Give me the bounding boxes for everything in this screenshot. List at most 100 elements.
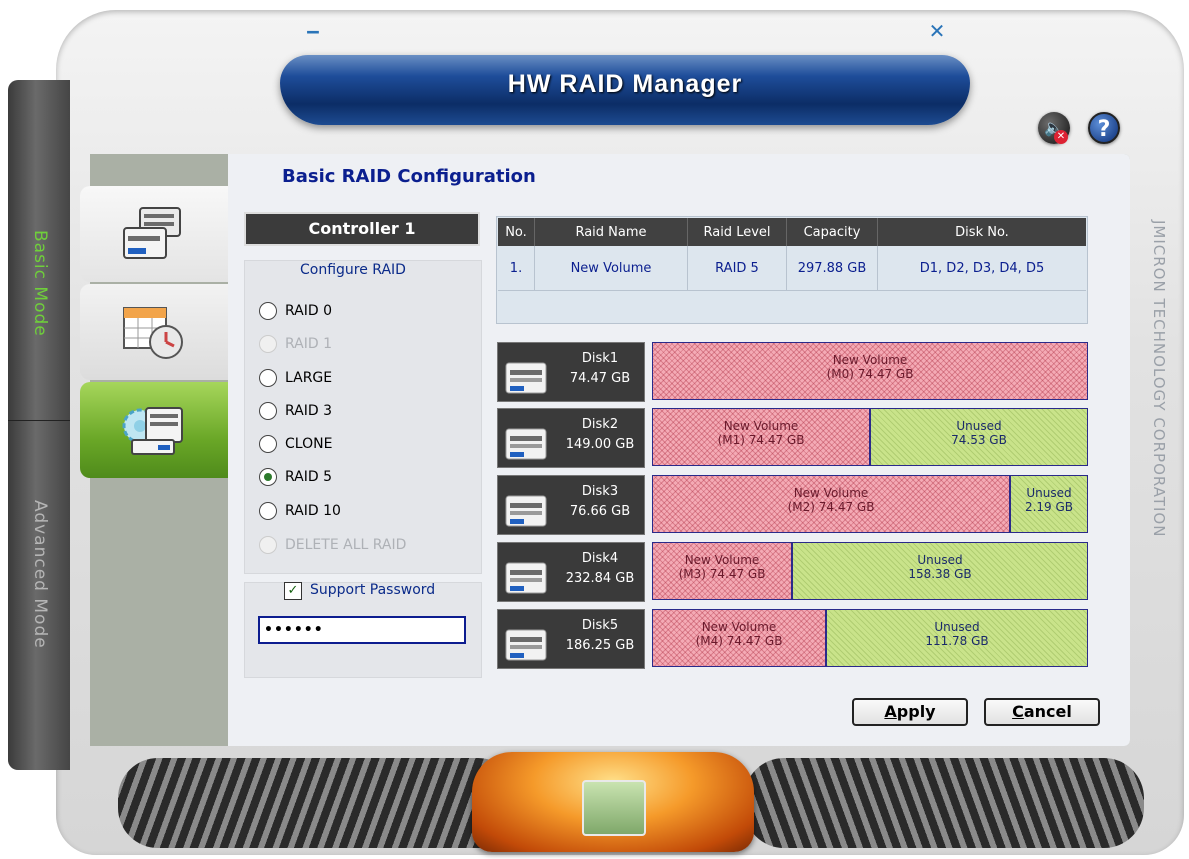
- hard-disk-icon: [505, 562, 547, 594]
- disk-card[interactable]: Disk1 74.47 GB: [497, 342, 645, 402]
- hard-disk-icon: [505, 629, 547, 661]
- radio-label: CLONE: [285, 436, 333, 452]
- radio-indicator: [259, 435, 277, 453]
- basic-mode-tab[interactable]: Basic Mode: [8, 80, 70, 421]
- cell-raid-name: New Volume: [534, 246, 688, 291]
- disk-size: 74.47 GB: [569, 371, 631, 386]
- segment-size: (M4) 74.47 GB: [695, 634, 783, 648]
- radio-large[interactable]: LARGE: [259, 369, 332, 387]
- col-capacity: Capacity: [786, 218, 878, 246]
- volume-segment[interactable]: New Volume (M0) 74.47 GB: [652, 342, 1088, 400]
- controller-card-icon: [582, 780, 646, 836]
- app-title: HW RAID Manager: [507, 70, 743, 98]
- col-raid-level: Raid Level: [687, 218, 787, 246]
- volume-segment[interactable]: New Volume (M2) 74.47 GB: [652, 475, 1010, 533]
- volume-segment[interactable]: New Volume (M1) 74.47 GB: [652, 408, 870, 466]
- vendor-label: JMICRON TECHNOLOGY CORPORATION: [1150, 220, 1168, 538]
- segment-label: New Volume: [723, 419, 799, 433]
- radio-raid0[interactable]: RAID 0: [259, 302, 332, 320]
- hard-disk-icon: [505, 362, 547, 394]
- disk-stack-icon: [123, 207, 181, 259]
- radio-label: RAID 0: [285, 303, 333, 319]
- controller-selector[interactable]: Controller 1: [244, 212, 480, 246]
- disk-name: Disk2: [581, 417, 619, 432]
- cell-disk-no: D1, D2, D3, D4, D5: [877, 246, 1086, 291]
- segment-size: (M3) 74.47 GB: [678, 567, 766, 581]
- segment-label: Unused: [934, 620, 980, 634]
- segment-label: Unused: [917, 553, 963, 567]
- unused-segment[interactable]: Unused 74.53 GB: [870, 408, 1088, 466]
- disk-card[interactable]: Disk3 76.66 GB: [497, 475, 645, 535]
- radio-raid1: RAID 1: [259, 335, 332, 353]
- support-password-checkbox[interactable]: ✓: [284, 582, 302, 600]
- disk-card[interactable]: Disk4 232.84 GB: [497, 542, 645, 602]
- schedule-icon: [123, 307, 183, 359]
- col-disk-no: Disk No.: [877, 218, 1086, 246]
- hard-disk-icon: [505, 428, 547, 460]
- disk-name: Disk5: [581, 618, 619, 633]
- segment-label: New Volume: [701, 620, 777, 634]
- disk-size: 232.84 GB: [565, 571, 635, 586]
- mode-strip: Basic Mode Advanced Mode: [8, 80, 70, 770]
- configure-raid-title: Configure RAID: [300, 262, 406, 278]
- radio-raid5[interactable]: RAID 5: [259, 468, 332, 486]
- radio-indicator: [259, 302, 277, 320]
- col-no: No.: [498, 218, 535, 246]
- hard-disk-icon: [505, 495, 547, 527]
- nav-raid-info[interactable]: [80, 186, 228, 282]
- basic-mode-label: Basic Mode: [30, 230, 50, 337]
- radio-indicator: [259, 369, 277, 387]
- cell-no: 1.: [498, 246, 535, 291]
- cell-raid-level: RAID 5: [687, 246, 787, 291]
- radio-label: DELETE ALL RAID: [285, 537, 407, 553]
- right-grille: [744, 758, 1144, 848]
- minimize-icon: ‒: [306, 19, 320, 43]
- nav-schedule[interactable]: [80, 284, 228, 380]
- radio-indicator: [259, 536, 277, 554]
- disk-size: 186.25 GB: [565, 638, 635, 653]
- segment-size: 158.38 GB: [908, 567, 972, 581]
- segment-label: Unused: [1026, 486, 1072, 500]
- close-button[interactable]: ✕: [920, 20, 954, 42]
- password-field[interactable]: ••••••: [258, 616, 466, 644]
- volume-segment[interactable]: New Volume (M3) 74.47 GB: [652, 542, 792, 600]
- unused-segment[interactable]: Unused 111.78 GB: [826, 609, 1088, 667]
- volume-segment[interactable]: New Volume (M4) 74.47 GB: [652, 609, 826, 667]
- radio-clone[interactable]: CLONE: [259, 435, 332, 453]
- nav-basic-config[interactable]: [80, 382, 228, 478]
- radio-raid3[interactable]: RAID 3: [259, 402, 332, 420]
- radio-label: RAID 10: [285, 503, 341, 519]
- table-header-row: No. Raid Name Raid Level Capacity Disk N…: [498, 218, 1086, 246]
- radio-indicator: [259, 402, 277, 420]
- disk-size: 149.00 GB: [565, 437, 635, 452]
- page-title: Basic RAID Configuration: [282, 166, 536, 187]
- unused-segment[interactable]: Unused 2.19 GB: [1010, 475, 1088, 533]
- segment-label: New Volume: [832, 353, 908, 367]
- radio-label: RAID 1: [285, 336, 333, 352]
- cancel-button[interactable]: Cancel: [984, 698, 1100, 726]
- radio-raid10[interactable]: RAID 10: [259, 502, 341, 520]
- mute-icon: ✕: [1054, 130, 1068, 144]
- table-row[interactable]: 1. New Volume RAID 5 297.88 GB D1, D2, D…: [498, 246, 1086, 291]
- segment-size: (M1) 74.47 GB: [717, 433, 805, 447]
- unused-segment[interactable]: Unused 158.38 GB: [792, 542, 1088, 600]
- segment-size: 2.19 GB: [1024, 500, 1074, 514]
- cell-capacity: 297.88 GB: [786, 246, 878, 291]
- radio-indicator: [259, 335, 277, 353]
- gear-disk-icon: [122, 407, 183, 455]
- help-icon: ?: [1097, 117, 1111, 142]
- disk-card[interactable]: Disk2 149.00 GB: [497, 408, 645, 468]
- disk-name: Disk3: [581, 484, 619, 499]
- radio-indicator-selected: [259, 468, 277, 486]
- segment-size: 111.78 GB: [925, 634, 989, 648]
- advanced-mode-label: Advanced Mode: [30, 500, 50, 649]
- segment-size: 74.53 GB: [951, 433, 1007, 447]
- radio-label: LARGE: [285, 370, 333, 386]
- radio-indicator: [259, 502, 277, 520]
- help-button[interactable]: ?: [1088, 112, 1120, 144]
- segment-size: (M0) 74.47 GB: [826, 367, 914, 381]
- advanced-mode-tab[interactable]: Advanced Mode: [8, 420, 70, 770]
- apply-button[interactable]: Apply: [852, 698, 968, 726]
- disk-card[interactable]: Disk5 186.25 GB: [497, 609, 645, 669]
- minimize-button[interactable]: ‒: [296, 20, 330, 42]
